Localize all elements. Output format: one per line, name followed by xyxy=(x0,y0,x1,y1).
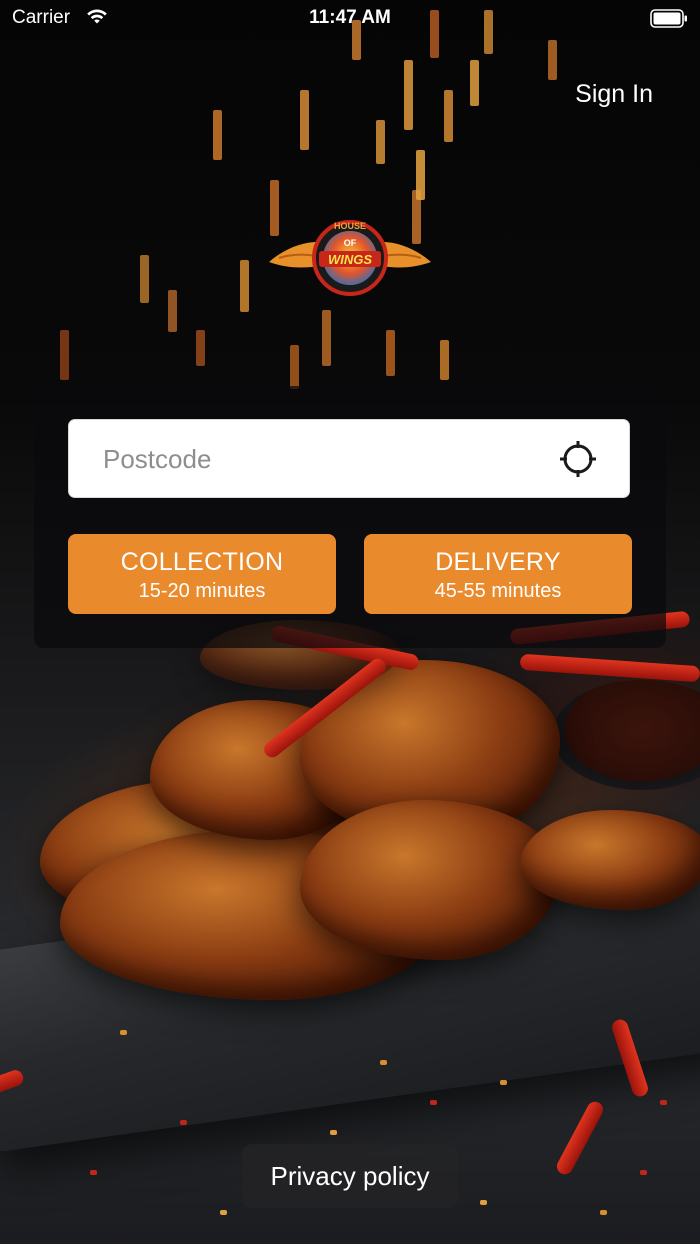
logo-text-wings: WINGS xyxy=(327,252,373,267)
battery-icon xyxy=(650,9,688,35)
sign-in-button[interactable]: Sign In xyxy=(575,80,653,109)
sauce-bowl xyxy=(552,680,700,790)
logo-text-house: HOUSE xyxy=(333,221,366,231)
postcode-field[interactable] xyxy=(68,419,630,499)
app-screen: Carrier 11:47 AM Sign In HOUSE OF WINGS … xyxy=(0,0,700,1244)
logo-text-of: OF xyxy=(343,238,357,248)
status-bar: Carrier 11:47 AM xyxy=(0,0,700,40)
delivery-button[interactable]: DELIVERY 45-55 minutes xyxy=(364,534,632,614)
delivery-time: 45-55 minutes xyxy=(434,580,562,602)
collection-title: COLLECTION xyxy=(120,548,284,576)
delivery-title: DELIVERY xyxy=(435,548,561,576)
postcode-input[interactable] xyxy=(101,420,545,499)
house-of-wings-logo: HOUSE OF WINGS xyxy=(265,218,435,298)
crosshair-icon[interactable] xyxy=(559,440,597,478)
privacy-policy-button[interactable]: Privacy policy xyxy=(242,1144,458,1208)
collection-time: 15-20 minutes xyxy=(138,580,266,602)
clock: 11:47 AM xyxy=(309,7,391,28)
collection-button[interactable]: COLLECTION 15-20 minutes xyxy=(68,534,336,614)
